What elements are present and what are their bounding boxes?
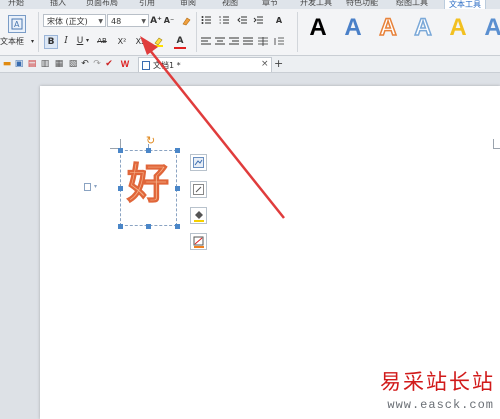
annotation-arrow	[140, 36, 285, 219]
watermark-url: www.easck.com	[387, 398, 494, 412]
watermark-site-name: 易采站长站	[380, 370, 495, 394]
